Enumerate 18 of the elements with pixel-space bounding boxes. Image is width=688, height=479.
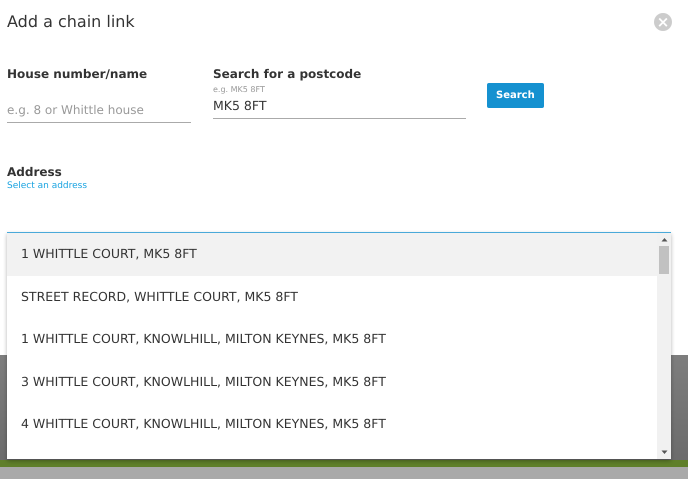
address-option[interactable]: 3 WHITTLE COURT, KNOWLHILL, MILTON KEYNES, MK5 8FT	[7, 360, 657, 403]
address-option[interactable]: STREET RECORD, WHITTLE COURT, MK5 8FT	[7, 276, 657, 318]
address-option[interactable]: 1 WHITTLE COURT, KNOWLHILL, MILTON KEYNES, MK5 8FT	[7, 318, 657, 360]
address-option[interactable]: 1 WHITTLE COURT, MK5 8FT	[7, 233, 657, 276]
field-label: Search for a postcode	[213, 67, 362, 81]
postcode-field[interactable]: MK5 8FT	[213, 94, 466, 119]
address-option[interactable]: 4 WHITTLE COURT, KNOWLHILL, MILTON KEYNES, MK5 8FT	[7, 403, 657, 446]
house-field[interactable]: e.g. 8 or Whittle house	[7, 99, 191, 123]
scroll-up-icon[interactable]	[660, 237, 668, 242]
field-hint: e.g. MK5 8FT	[213, 85, 266, 94]
scroll-down-icon[interactable]	[660, 450, 668, 455]
field-label: Address	[7, 165, 63, 179]
scrollbar[interactable]	[657, 233, 671, 459]
dialog-title: Add a chain link	[7, 12, 135, 31]
scroll-thumb[interactable]	[659, 246, 669, 274]
field-label: House number/name	[7, 67, 148, 81]
select-hint: Select an address	[7, 181, 88, 191]
search-button[interactable]: Search	[487, 83, 544, 108]
